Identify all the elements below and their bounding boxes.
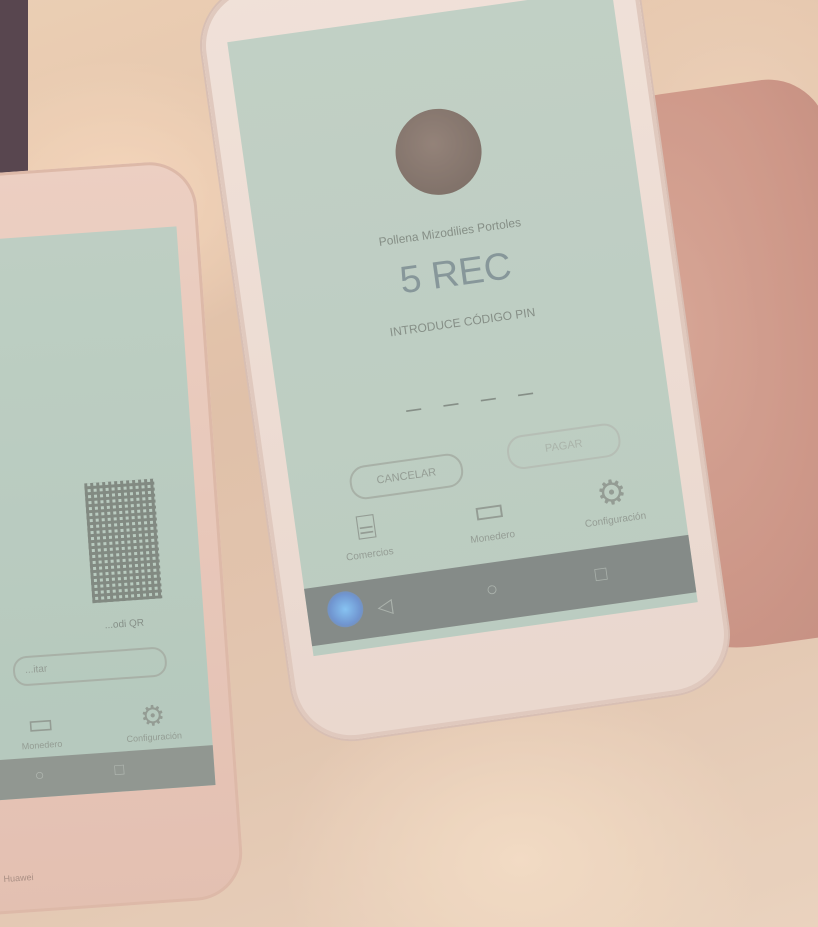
recent-apps-icon[interactable]: □ bbox=[593, 563, 608, 587]
wallet-icon: ▭ bbox=[26, 707, 55, 740]
home-icon[interactable]: ○ bbox=[34, 767, 45, 786]
left-phone-screen: ...odi QR ...itar ▭ Monedero ⚙ Configura… bbox=[0, 226, 216, 806]
pay-button[interactable]: PAGAR bbox=[504, 421, 623, 472]
gear-icon: ⚙ bbox=[139, 699, 167, 733]
home-icon[interactable]: ○ bbox=[485, 578, 500, 602]
qr-code-icon bbox=[84, 478, 163, 604]
left-phone: ...odi QR ...itar ▭ Monedero ⚙ Configura… bbox=[0, 159, 246, 921]
left-system-nav-bar: ○ □ bbox=[0, 745, 216, 806]
pin-input[interactable]: _ _ _ _ bbox=[278, 347, 667, 432]
main-phone: Pollena Mizodilies Portoles 5 REC INTROD… bbox=[194, 0, 736, 747]
avatar bbox=[389, 103, 488, 201]
left-nav-monedero-label: Monedero bbox=[21, 738, 63, 752]
back-icon[interactable]: ◁ bbox=[376, 593, 395, 620]
qr-caption: ...odi QR bbox=[104, 617, 145, 632]
nav-monedero[interactable]: ▭ Monedero bbox=[426, 480, 552, 551]
left-action-button[interactable]: ...itar bbox=[12, 646, 168, 687]
main-phone-screen: Pollena Mizodilies Portoles 5 REC INTROD… bbox=[227, 0, 698, 657]
nav-comercios[interactable]: ⌸ Comercios bbox=[304, 497, 430, 568]
photo-scene: ...odi QR ...itar ▭ Monedero ⚙ Configura… bbox=[0, 0, 818, 927]
recent-apps-icon[interactable]: □ bbox=[114, 761, 125, 780]
brand-logo: Huawei bbox=[3, 871, 34, 885]
left-nav-monedero[interactable]: ▭ Monedero bbox=[19, 706, 63, 752]
notification-light bbox=[324, 588, 366, 630]
nav-configuracion[interactable]: ⚙ Configuración bbox=[549, 463, 675, 534]
left-nav-config[interactable]: ⚙ Configuración bbox=[124, 697, 182, 744]
